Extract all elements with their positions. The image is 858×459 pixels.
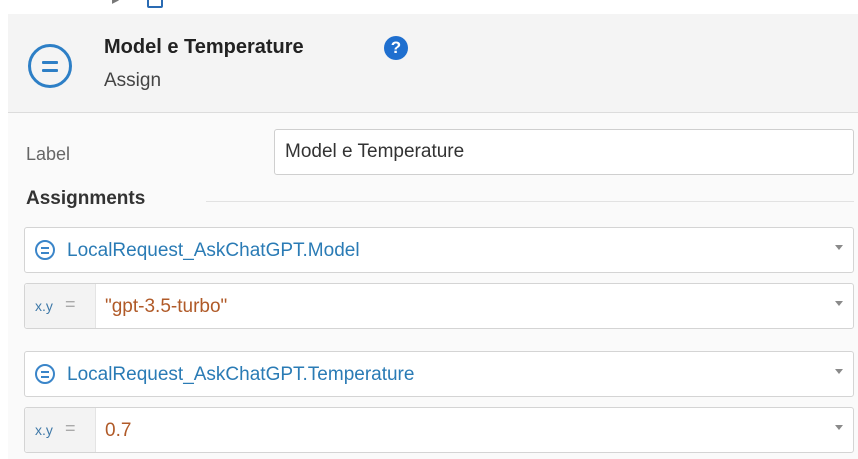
variable-icon <box>35 240 55 260</box>
expression-icon: x.y <box>35 298 53 314</box>
properties-panel: ▸ Model e Temperature ? Assign Label Ass… <box>0 0 858 459</box>
assignment-value-field[interactable]: x.y = "gpt-3.5-turbo" <box>24 283 854 329</box>
tree-item-clipped[interactable]: ▸ <box>0 0 858 14</box>
chevron-down-icon[interactable] <box>835 369 843 374</box>
tree-expand-icon[interactable]: ▸ <box>112 0 119 8</box>
properties-body: Label Assignments LocalRequest_AskChatGP… <box>8 113 858 459</box>
chevron-down-icon[interactable] <box>835 245 843 250</box>
section-divider <box>206 201 854 202</box>
assignment-value-field[interactable]: x.y = 0.7 <box>24 407 854 453</box>
label-input[interactable] <box>274 129 854 175</box>
assign-icon <box>28 44 72 88</box>
expression-icon: x.y <box>35 422 53 438</box>
node-type: Assign <box>104 70 162 91</box>
label-caption: Label <box>26 144 71 164</box>
help-icon[interactable]: ? <box>384 36 408 60</box>
expression-badge[interactable]: x.y = <box>25 284 96 328</box>
chevron-down-icon[interactable] <box>835 425 843 430</box>
node-title: Model e Temperature <box>104 36 304 58</box>
chevron-down-icon[interactable] <box>835 301 843 306</box>
equals-icon: = <box>65 418 76 438</box>
assignment-variable-field[interactable]: LocalRequest_AskChatGPT.Temperature <box>24 351 854 397</box>
folder-icon <box>147 0 163 8</box>
assignment-value: "gpt-3.5-turbo" <box>105 296 228 317</box>
assignment-variable: LocalRequest_AskChatGPT.Model <box>67 240 360 261</box>
assignment-variable-field[interactable]: LocalRequest_AskChatGPT.Model <box>24 227 854 273</box>
node-header: Model e Temperature ? Assign <box>8 14 858 113</box>
expression-badge[interactable]: x.y = <box>25 408 96 452</box>
assignment-value: 0.7 <box>105 420 132 441</box>
assignment-variable: LocalRequest_AskChatGPT.Temperature <box>67 364 415 385</box>
variable-icon <box>35 364 55 384</box>
assignments-heading: Assignments <box>26 188 146 209</box>
equals-icon: = <box>65 294 76 314</box>
